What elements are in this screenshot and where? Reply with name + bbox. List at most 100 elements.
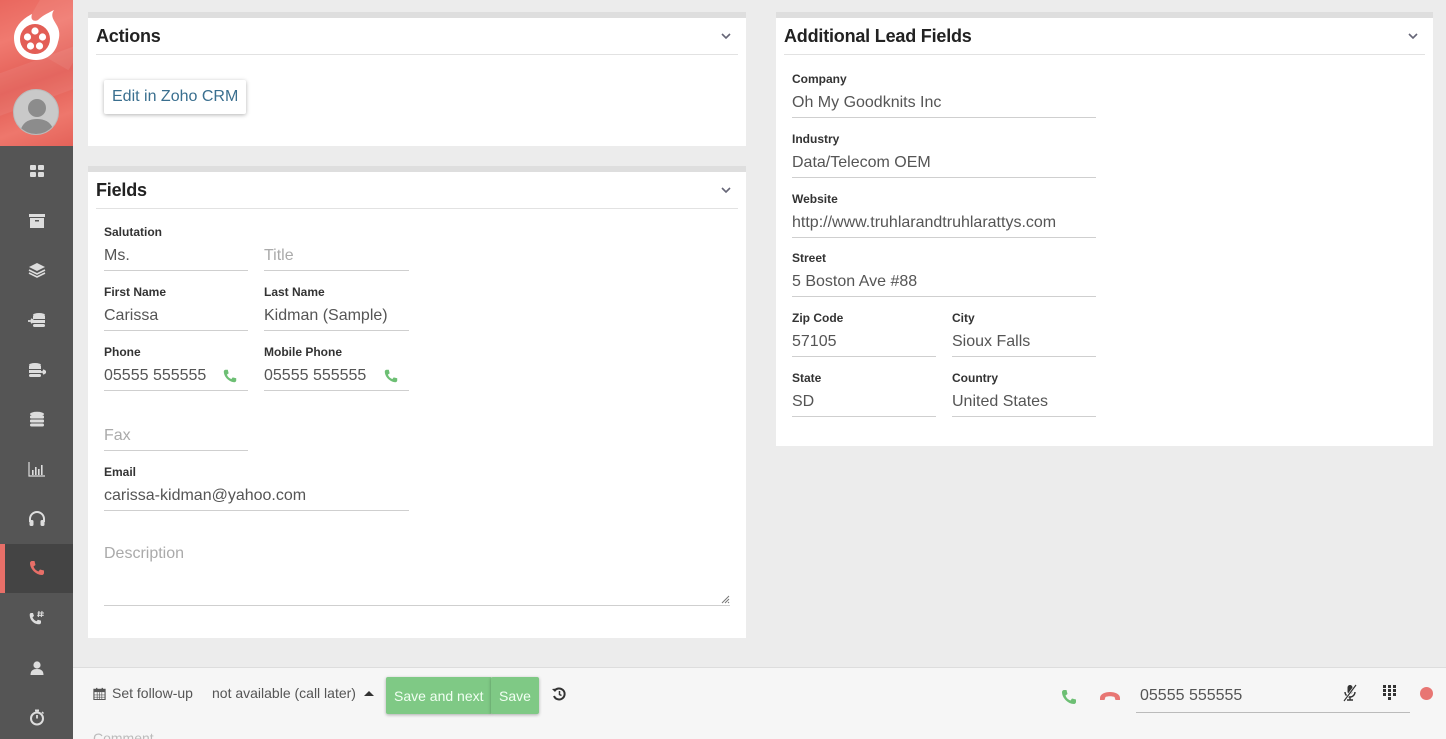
chevron-down-icon[interactable] [1405, 28, 1421, 44]
phone-field: Phone 05555 555555 [104, 343, 248, 391]
description-textarea[interactable]: Description [104, 534, 730, 606]
street-input[interactable]: 5 Boston Ave #88 [792, 267, 1096, 297]
chevron-down-icon[interactable] [718, 28, 734, 44]
website-field: Website http://www.truhlarandtruhlaratty… [792, 190, 1096, 238]
call-bottom-bar: Set follow-up not available (call later)… [73, 667, 1446, 739]
app-logo-icon[interactable] [10, 10, 62, 62]
user-silhouette-icon [20, 99, 54, 134]
first-name-label: First Name [104, 285, 167, 299]
dialpad-icon[interactable] [1383, 685, 1397, 701]
avatar[interactable] [13, 89, 59, 135]
microphone-mute-icon[interactable] [1342, 684, 1358, 702]
sidebar-item-database[interactable] [0, 394, 73, 444]
street-label: Street [792, 251, 827, 265]
city-field: City Sioux Falls [952, 309, 1096, 357]
sidebar-item-support[interactable] [0, 494, 73, 544]
description-placeholder: Description [104, 545, 185, 562]
dial-number-input[interactable]: 05555 555555 [1136, 680, 1410, 713]
call-mobile-icon[interactable] [383, 368, 399, 384]
company-field: Company Oh My Goodknits Inc [792, 70, 1096, 118]
database-export-icon [28, 362, 46, 377]
mobile-phone-input[interactable]: 05555 555555 [264, 361, 409, 391]
city-input[interactable]: Sioux Falls [952, 327, 1096, 357]
additional-lead-fields-card: Additional Lead Fields Company Oh My Goo… [776, 12, 1433, 446]
set-follow-up-label: Set follow-up [112, 685, 193, 701]
sidebar-item-calls[interactable] [0, 543, 73, 594]
sidebar-item-layers[interactable] [0, 245, 73, 295]
website-input[interactable]: http://www.truhlarandtruhlarattys.com [792, 208, 1096, 238]
set-follow-up-button[interactable]: Set follow-up [93, 685, 193, 701]
hang-up-icon[interactable] [1099, 688, 1121, 706]
chevron-down-icon[interactable] [718, 182, 734, 198]
title-input[interactable]: Title [264, 241, 409, 271]
salutation-field: Salutation Ms. [104, 223, 248, 271]
city-label: City [952, 311, 975, 325]
zip-code-field: Zip Code 57105 [792, 309, 936, 357]
title-placeholder: Title [264, 246, 294, 264]
mobile-phone-field: Mobile Phone 05555 555555 [264, 343, 409, 391]
last-name-label: Last Name [264, 285, 325, 299]
stopwatch-icon [29, 709, 44, 726]
save-and-next-button[interactable]: Save and next [386, 677, 492, 714]
sidebar-item-reports[interactable] [0, 444, 73, 494]
industry-field: Industry Data/Telecom OEM [792, 130, 1096, 178]
sidebar-item-dashboard[interactable] [0, 146, 73, 196]
sidebar-item-archive[interactable] [0, 196, 73, 246]
phone-input[interactable]: 05555 555555 [104, 361, 248, 391]
sidebar-header [0, 0, 73, 146]
additional-title: Additional Lead Fields [784, 25, 972, 46]
comment-input[interactable]: Comment [93, 730, 154, 739]
calendar-icon [93, 687, 106, 700]
salutation-select[interactable]: Ms. [104, 241, 248, 271]
country-label: Country [952, 371, 998, 385]
state-field: State SD [792, 369, 936, 417]
email-label: Email [104, 465, 137, 479]
email-input[interactable]: carissa-kidman@yahoo.com [104, 481, 409, 511]
fax-input[interactable]: Fax [104, 421, 248, 451]
country-input[interactable]: United States [952, 387, 1096, 417]
fax-placeholder: Fax [104, 426, 131, 444]
phone-label: Phone [104, 345, 141, 359]
archive-box-icon [28, 213, 45, 228]
title-field: Title [264, 223, 409, 271]
company-input[interactable]: Oh My Goodknits Inc [792, 88, 1096, 118]
sidebar-item-timer[interactable] [0, 693, 73, 739]
layers-icon [28, 263, 45, 279]
last-name-input[interactable]: Kidman (Sample) [264, 301, 409, 331]
sidebar-item-call-numbers[interactable] [0, 593, 73, 643]
database-icon [29, 412, 44, 427]
sidebar-item-import[interactable] [0, 295, 73, 345]
save-button[interactable]: Save [491, 677, 539, 714]
phone-hash-icon [29, 610, 44, 625]
first-name-field: First Name Carissa [104, 283, 248, 331]
sidebar-item-users[interactable] [0, 643, 73, 693]
edit-in-zoho-crm-button[interactable]: Edit in Zoho CRM [104, 80, 247, 114]
first-name-input[interactable]: Carissa [104, 301, 248, 331]
database-import-icon [27, 312, 45, 327]
company-label: Company [792, 72, 847, 86]
country-field: Country United States [952, 369, 1096, 417]
sidebar [0, 0, 73, 739]
phone-icon [29, 561, 44, 576]
call-status-value: not available (call later) [212, 685, 356, 701]
salutation-label: Salutation [104, 225, 163, 239]
fields-title: Fields [96, 179, 147, 200]
fields-card-header: Fields [96, 172, 738, 209]
state-input[interactable]: SD [792, 387, 936, 417]
history-icon[interactable] [551, 686, 567, 702]
fields-card: Fields Salutation Ms. Title First Name C… [88, 166, 746, 638]
bar-chart-icon [27, 461, 45, 477]
zip-code-input[interactable]: 57105 [792, 327, 936, 357]
industry-input[interactable]: Data/Telecom OEM [792, 148, 1096, 178]
sidebar-item-export[interactable] [0, 345, 73, 395]
user-icon [30, 661, 43, 675]
state-label: State [792, 371, 822, 385]
street-field: Street 5 Boston Ave #88 [792, 249, 1096, 297]
record-indicator-icon[interactable] [1420, 687, 1433, 700]
call-status-select[interactable]: not available (call later) [212, 685, 374, 701]
call-icon[interactable] [1060, 688, 1078, 706]
resize-handle-icon[interactable] [720, 594, 730, 604]
website-label: Website [792, 192, 838, 206]
industry-label: Industry [792, 132, 840, 146]
call-phone-icon[interactable] [222, 368, 238, 384]
